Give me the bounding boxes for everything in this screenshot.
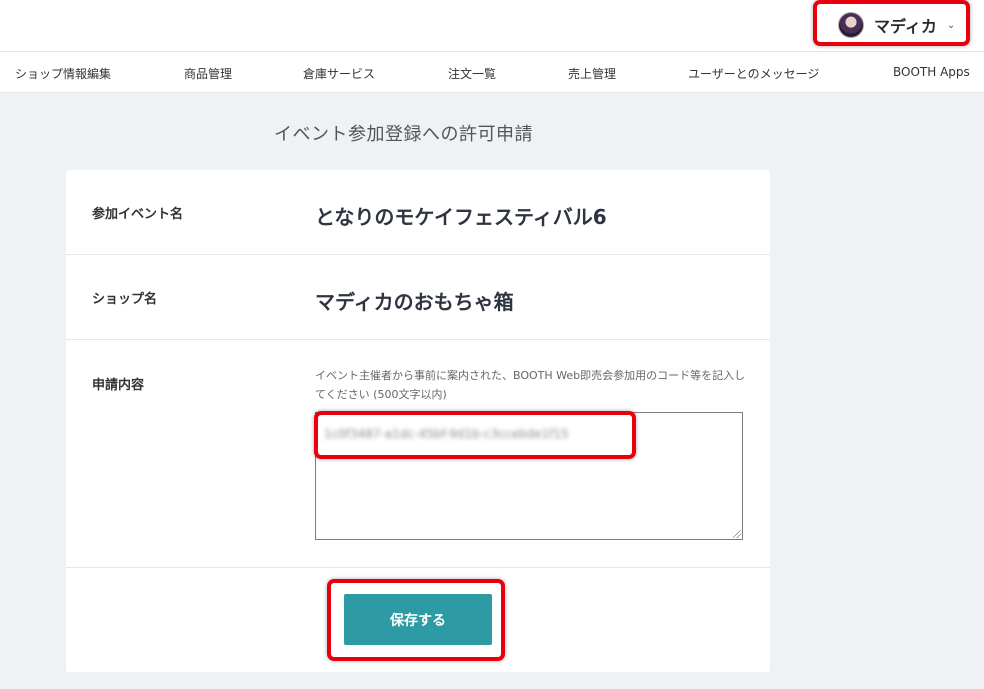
top-bar: マディカ ⌄ (0, 0, 984, 51)
request-help-text: イベント主催者から事前に案内された、BOOTH Web即売会参加用のコード等を記… (315, 369, 746, 401)
avatar (838, 12, 864, 38)
request-value: 1c0f3487-a1dc-45bf-9d1b-c3ccebde1f15 (324, 427, 569, 441)
event-name-label: 参加イベント名 (92, 207, 184, 222)
nav-orders[interactable]: 注文一覧 (448, 65, 496, 82)
nav-sales[interactable]: 売上管理 (568, 65, 616, 82)
nav-shop-info[interactable]: ショップ情報編集 (15, 65, 111, 82)
request-textarea[interactable]: 1c0f3487-a1dc-45bf-9d1b-c3ccebde1f15 (315, 412, 743, 540)
nav-booth-apps[interactable]: BOOTH Apps (893, 65, 970, 79)
event-name-value: となりのモケイフェスティバル6 (315, 205, 607, 229)
user-name: マディカ (874, 17, 937, 36)
nav-messages[interactable]: ユーザーとのメッセージ (688, 65, 819, 82)
request-label: 申請内容 (92, 378, 145, 393)
shop-name-label: ショップ名 (92, 292, 158, 307)
divider (66, 254, 770, 255)
application-form: 参加イベント名 となりのモケイフェスティバル6 ショップ名 マディカのおもちゃ箱… (66, 170, 770, 672)
user-menu[interactable]: マディカ ⌄ (828, 6, 960, 44)
divider (66, 339, 770, 340)
page-title: イベント参加登録への許可申請 (274, 124, 533, 145)
nav-products[interactable]: 商品管理 (184, 65, 232, 82)
resize-handle-icon[interactable] (733, 530, 741, 538)
main-nav: ショップ情報編集 商品管理 倉庫サービス 注文一覧 売上管理 ユーザーとのメッセ… (0, 51, 984, 93)
divider (66, 567, 770, 568)
shop-name-value: マディカのおもちゃ箱 (315, 290, 514, 314)
chevron-down-icon: ⌄ (946, 19, 956, 31)
nav-warehouse[interactable]: 倉庫サービス (303, 65, 375, 82)
save-button[interactable]: 保存する (344, 594, 492, 645)
